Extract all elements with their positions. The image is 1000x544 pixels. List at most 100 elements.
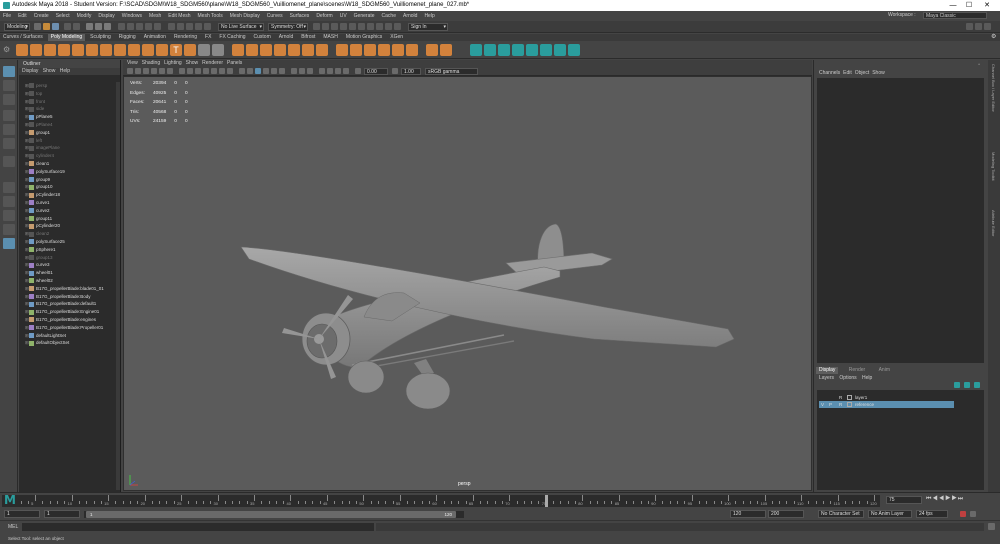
layout-uv-icon[interactable] (568, 44, 580, 56)
new-layer-selected-icon[interactable] (964, 382, 970, 388)
gate-mask-icon[interactable] (203, 68, 209, 74)
gamma-field[interactable]: 1.00 (401, 68, 421, 75)
outliner-item[interactable]: ⊞ pPlane4 (25, 121, 53, 128)
outliner-item[interactable]: ⊞ group13 (25, 254, 53, 261)
outliner-item[interactable]: ⊞ pCylinder18 (25, 191, 60, 198)
field-chart-icon[interactable] (211, 68, 217, 74)
outliner-item[interactable]: ⊞ polySurface19 (25, 168, 65, 175)
channel-box-menu-edit[interactable]: Edit (843, 70, 852, 76)
side-tab-channel-box[interactable]: Channel Box / Layer Editor (991, 64, 996, 112)
playback-start-field[interactable]: 1 (44, 510, 80, 518)
poly-pyramid-icon[interactable] (128, 44, 140, 56)
mel-input[interactable] (22, 523, 374, 531)
poly-plane-icon[interactable] (86, 44, 98, 56)
snap-live-icon[interactable] (154, 23, 161, 30)
move-layer-icon[interactable] (974, 382, 980, 388)
menu-modify[interactable]: Modify (77, 11, 92, 21)
menu-generate[interactable]: Generate (354, 11, 375, 21)
outliner-item[interactable]: ⊞ B17G_propellerBlade:Propeller01 (25, 324, 103, 331)
menu-edit-mesh[interactable]: Edit Mesh (168, 11, 190, 21)
camera-icon[interactable] (340, 23, 347, 30)
smooth-icon[interactable] (288, 44, 300, 56)
menu-mesh-tools[interactable]: Mesh Tools (198, 11, 223, 21)
menu-display[interactable]: Display (98, 11, 114, 21)
lasso-tool-icon[interactable] (3, 80, 15, 91)
layer-playback-toggle[interactable]: P (829, 401, 832, 408)
close-button[interactable]: ✕ (980, 0, 994, 11)
ik-icon[interactable] (376, 23, 383, 30)
layer-tab-anim[interactable]: Anim (876, 367, 893, 374)
poly-type-icon[interactable]: T (170, 44, 182, 56)
shelf-tab-animation[interactable]: Animation (141, 34, 169, 41)
light-icon[interactable] (349, 23, 356, 30)
open-scene-icon[interactable] (43, 23, 50, 30)
anti-aliasing-icon[interactable] (307, 68, 313, 74)
layer-color-icon[interactable] (847, 402, 852, 407)
shelf-tab-sculpting[interactable]: Sculpting (87, 34, 114, 41)
outliner-item[interactable]: ⊞ B17G_propellerBlade:engines (25, 316, 96, 323)
unfold-icon[interactable] (554, 44, 566, 56)
select-hierarchy-icon[interactable] (86, 23, 93, 30)
script-editor-icon[interactable] (988, 523, 995, 530)
panel-menu-show[interactable]: Show (186, 60, 199, 66)
outliner-item[interactable]: ⊞ clean2 (25, 230, 49, 237)
xray-joints-icon[interactable] (335, 68, 341, 74)
symmetry-select[interactable]: Symmetry: Off (268, 23, 308, 31)
outliner-item[interactable]: ⊞ imagePlane (25, 144, 60, 151)
insert-edge-loop-icon[interactable] (392, 44, 404, 56)
smooth-shade-icon[interactable] (247, 68, 253, 74)
layer-menu-help[interactable]: Help (862, 375, 872, 381)
paint-select-tool-icon[interactable] (3, 94, 15, 105)
outliner-menu-show[interactable]: Show (43, 68, 56, 74)
shelf-tab-xgen[interactable]: XGen (387, 34, 406, 41)
shelf-tab-curves-surfaces[interactable]: Curves / Surfaces (0, 34, 46, 41)
snap-grid-icon[interactable] (118, 23, 125, 30)
current-frame-field[interactable]: 75 (886, 496, 922, 504)
layer-color-icon[interactable] (847, 395, 852, 400)
bookmark-icon[interactable] (143, 68, 149, 74)
extract-icon[interactable] (260, 44, 272, 56)
sign-in-select[interactable]: Sign In (408, 23, 448, 31)
outliner-layout-icon[interactable] (3, 238, 15, 249)
current-time-marker[interactable] (544, 495, 548, 507)
toggle-attribute-editor-icon[interactable] (975, 23, 982, 30)
scale-tool-icon[interactable] (3, 138, 15, 149)
playback-controls[interactable]: ⏮◀◀▶▶⏭ (926, 496, 964, 503)
outliner-item[interactable]: ⊞ curve2 (25, 207, 50, 214)
move-tool-icon[interactable] (3, 110, 15, 121)
panel-menu-renderer[interactable]: Renderer (202, 60, 223, 66)
separate-icon[interactable] (246, 44, 258, 56)
bevel-icon[interactable] (336, 44, 348, 56)
layer-reference-toggle[interactable]: R (839, 401, 842, 408)
menu-mesh-display[interactable]: Mesh Display (230, 11, 260, 21)
toggle-channel-box-icon[interactable] (984, 23, 991, 30)
platonic-solid-icon[interactable] (114, 44, 126, 56)
grid-icon[interactable] (179, 68, 185, 74)
outliner-item[interactable]: ⊞ pCylinder20 (25, 222, 60, 229)
side-tab-attribute-editor[interactable]: Attribute Editor (991, 210, 996, 236)
layer-row[interactable]: V P Rreference (819, 401, 954, 408)
anim-layer-select[interactable]: No Anim Layer (868, 510, 912, 518)
outliner-item[interactable]: ⊞ wheel02 (25, 277, 53, 284)
persp-graph-layout-icon[interactable] (3, 224, 15, 235)
resolution-gate-icon[interactable] (195, 68, 201, 74)
workspace-select[interactable]: Maya Classic (923, 12, 987, 19)
outliner-item[interactable]: ⊞ side (25, 105, 44, 112)
layer-reference-toggle[interactable]: R (839, 394, 842, 401)
uv-editor-icon[interactable] (540, 44, 552, 56)
outliner-item[interactable]: ⊞ cylinder4 (25, 152, 54, 159)
exposure-field[interactable]: 0.00 (364, 68, 388, 75)
outliner-item[interactable]: ⊞ left (25, 137, 42, 144)
multi-cut-icon[interactable] (406, 44, 418, 56)
poly-disc-icon[interactable] (100, 44, 112, 56)
menu-help[interactable]: Help (424, 11, 434, 21)
side-tab-modeling-toolkit[interactable]: Modeling Toolkit (991, 152, 996, 181)
object-details-icon[interactable] (313, 23, 320, 30)
safe-action-icon[interactable] (219, 68, 225, 74)
poly-cylinder-icon[interactable] (44, 44, 56, 56)
persp-outliner-layout-icon[interactable] (3, 210, 15, 221)
menu-select[interactable]: Select (56, 11, 70, 21)
poly-torus-icon[interactable] (72, 44, 84, 56)
outliner-menu-display[interactable]: Display (22, 68, 38, 74)
outliner-item[interactable]: ⊞ front (25, 98, 45, 105)
